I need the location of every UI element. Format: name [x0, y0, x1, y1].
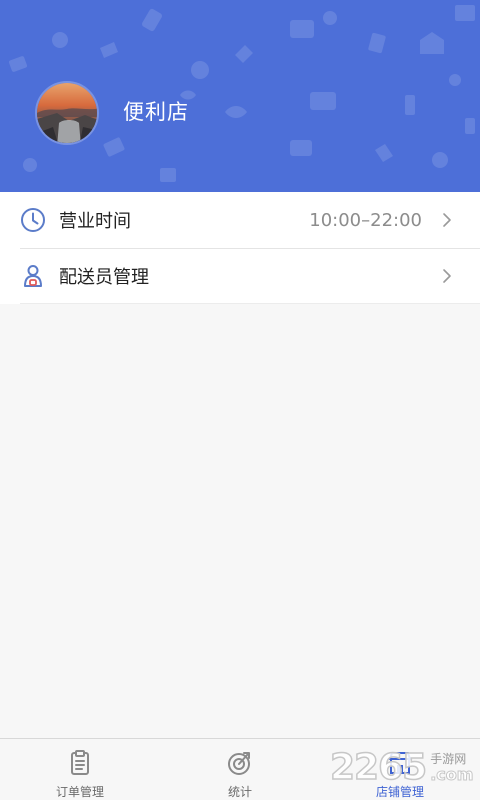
watermark-text: 手游网 .com [430, 752, 474, 784]
site-watermark: 2265 手游网 .com [329, 745, 480, 791]
menu-item-business-hours[interactable]: 营业时间 10:00–22:00 [0, 192, 480, 248]
store-management-screen: 便利店 营业时间 10:00–22:00 配送员管理 订单管理 统计 店铺管理 … [0, 0, 480, 800]
clock-icon [20, 207, 46, 233]
tab-label: 统计 [227, 785, 252, 799]
store-header: 便利店 [0, 0, 480, 192]
store-name: 便利店 [123, 100, 189, 124]
menu-item-courier-management[interactable]: 配送员管理 [0, 248, 480, 304]
chart-dial-icon [228, 752, 250, 775]
tab-label: 订单管理 [55, 785, 104, 799]
watermark-number: 2265 [329, 747, 428, 789]
tab-order-management[interactable]: 订单管理 [0, 739, 160, 800]
store-avatar[interactable] [35, 81, 99, 145]
business-hours-value: 10:00–22:00 [309, 209, 422, 231]
menu-item-label: 营业时间 [59, 211, 131, 232]
menu-item-label: 配送员管理 [59, 267, 149, 288]
clipboard-icon [71, 750, 89, 775]
watermark-top: 手游网 [430, 752, 467, 766]
watermark-bottom: .com [430, 765, 474, 784]
store-menu: 营业时间 10:00–22:00 配送员管理 [0, 192, 480, 304]
chevron-right-icon [443, 269, 451, 283]
chevron-right-icon [443, 213, 451, 227]
tab-statistics[interactable]: 统计 [160, 739, 320, 800]
courier-icon [20, 263, 46, 289]
